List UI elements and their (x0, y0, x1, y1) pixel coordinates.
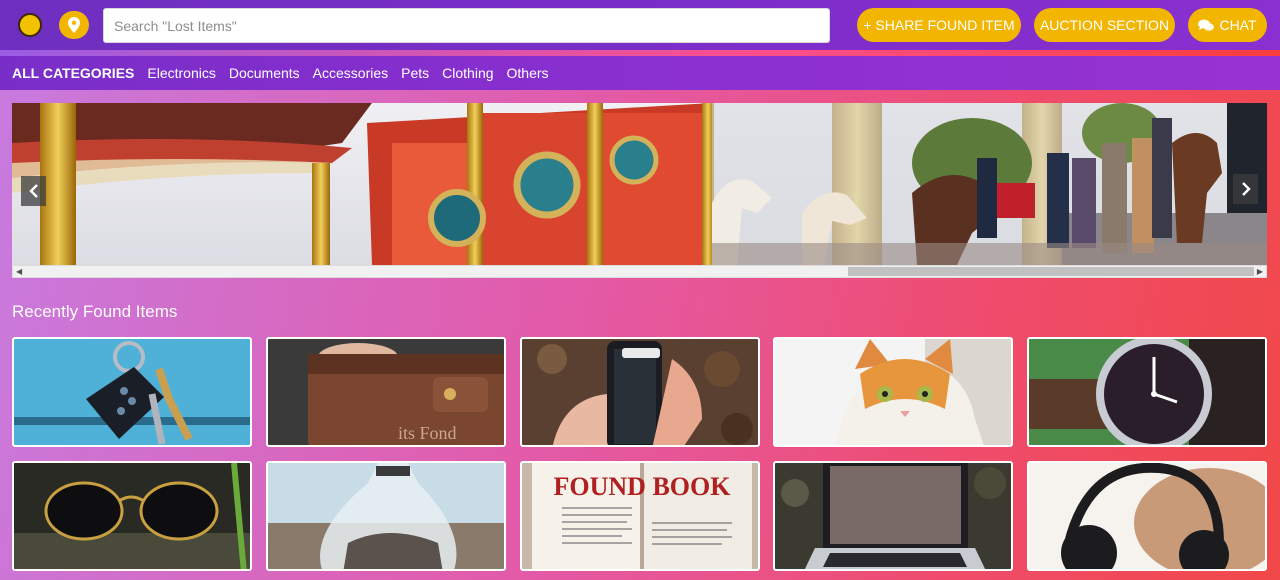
chevron-right-icon (1241, 182, 1251, 196)
category-accessories[interactable]: Accessories (313, 65, 388, 81)
section-title: Recently Found Items (12, 302, 178, 321)
category-nav: ALL CATEGORIES Electronics Documents Acc… (0, 56, 1280, 90)
plastic-bag-image (268, 463, 504, 569)
category-others[interactable]: Others (507, 65, 549, 81)
search-input[interactable] (103, 8, 830, 43)
chat-button-label: CHAT (1219, 17, 1257, 33)
laptop-image (775, 463, 1011, 569)
chevron-left-icon (28, 184, 38, 198)
item-card-sunglasses[interactable] (12, 461, 252, 571)
scroll-left-icon[interactable]: ◀ (16, 267, 22, 276)
book-image: FOUND BOOK (522, 463, 758, 569)
auction-section-button[interactable]: AUCTION SECTION (1034, 8, 1175, 42)
map-pin-icon (68, 17, 80, 33)
item-card-phone[interactable] (520, 337, 760, 447)
category-electronics[interactable]: Electronics (147, 65, 215, 81)
scroll-right-icon[interactable]: ▶ (1257, 267, 1263, 276)
auction-button-label: AUCTION SECTION (1039, 17, 1170, 33)
item-card-keys[interactable] (12, 337, 252, 447)
chat-button[interactable]: CHAT (1188, 8, 1267, 42)
car-keys-image (14, 339, 250, 445)
share-button-label: + SHARE FOUND ITEM (863, 17, 1015, 33)
phone-image (522, 339, 758, 445)
sunglasses-image (14, 463, 250, 569)
carousel-next-button[interactable] (1233, 174, 1258, 204)
book-caption: FOUND BOOK (554, 472, 732, 501)
banner-carousel (12, 103, 1267, 265)
item-card-headphones[interactable] (1027, 461, 1267, 571)
cat-image (775, 339, 1011, 445)
item-card-watch[interactable] (1027, 337, 1267, 447)
share-found-item-button[interactable]: + SHARE FOUND ITEM (857, 8, 1021, 42)
category-documents[interactable]: Documents (229, 65, 300, 81)
wallet-caption: its Fond (398, 423, 457, 443)
item-card-cat[interactable] (773, 337, 1013, 447)
watch-image (1029, 339, 1265, 445)
chat-bubbles-icon (1198, 19, 1215, 31)
category-all[interactable]: ALL CATEGORIES (12, 65, 134, 81)
item-card-wallet[interactable]: its Fond (266, 337, 506, 447)
top-bar: + SHARE FOUND ITEM AUCTION SECTION CHAT (0, 0, 1280, 50)
category-clothing[interactable]: Clothing (442, 65, 493, 81)
item-card-book[interactable]: FOUND BOOK (520, 461, 760, 571)
item-card-laptop[interactable] (773, 461, 1013, 571)
item-card-bag[interactable] (266, 461, 506, 571)
location-button[interactable] (59, 11, 89, 39)
carousel-prev-button[interactable] (21, 176, 46, 206)
headphones-image (1029, 463, 1265, 569)
carousel-image (12, 103, 1267, 265)
scrollbar-thumb[interactable] (848, 267, 1254, 276)
category-pets[interactable]: Pets (401, 65, 429, 81)
carousel-scrollbar[interactable]: ◀ ▶ (12, 265, 1267, 278)
wallet-image: its Fond (268, 339, 504, 445)
logo[interactable] (18, 13, 42, 37)
